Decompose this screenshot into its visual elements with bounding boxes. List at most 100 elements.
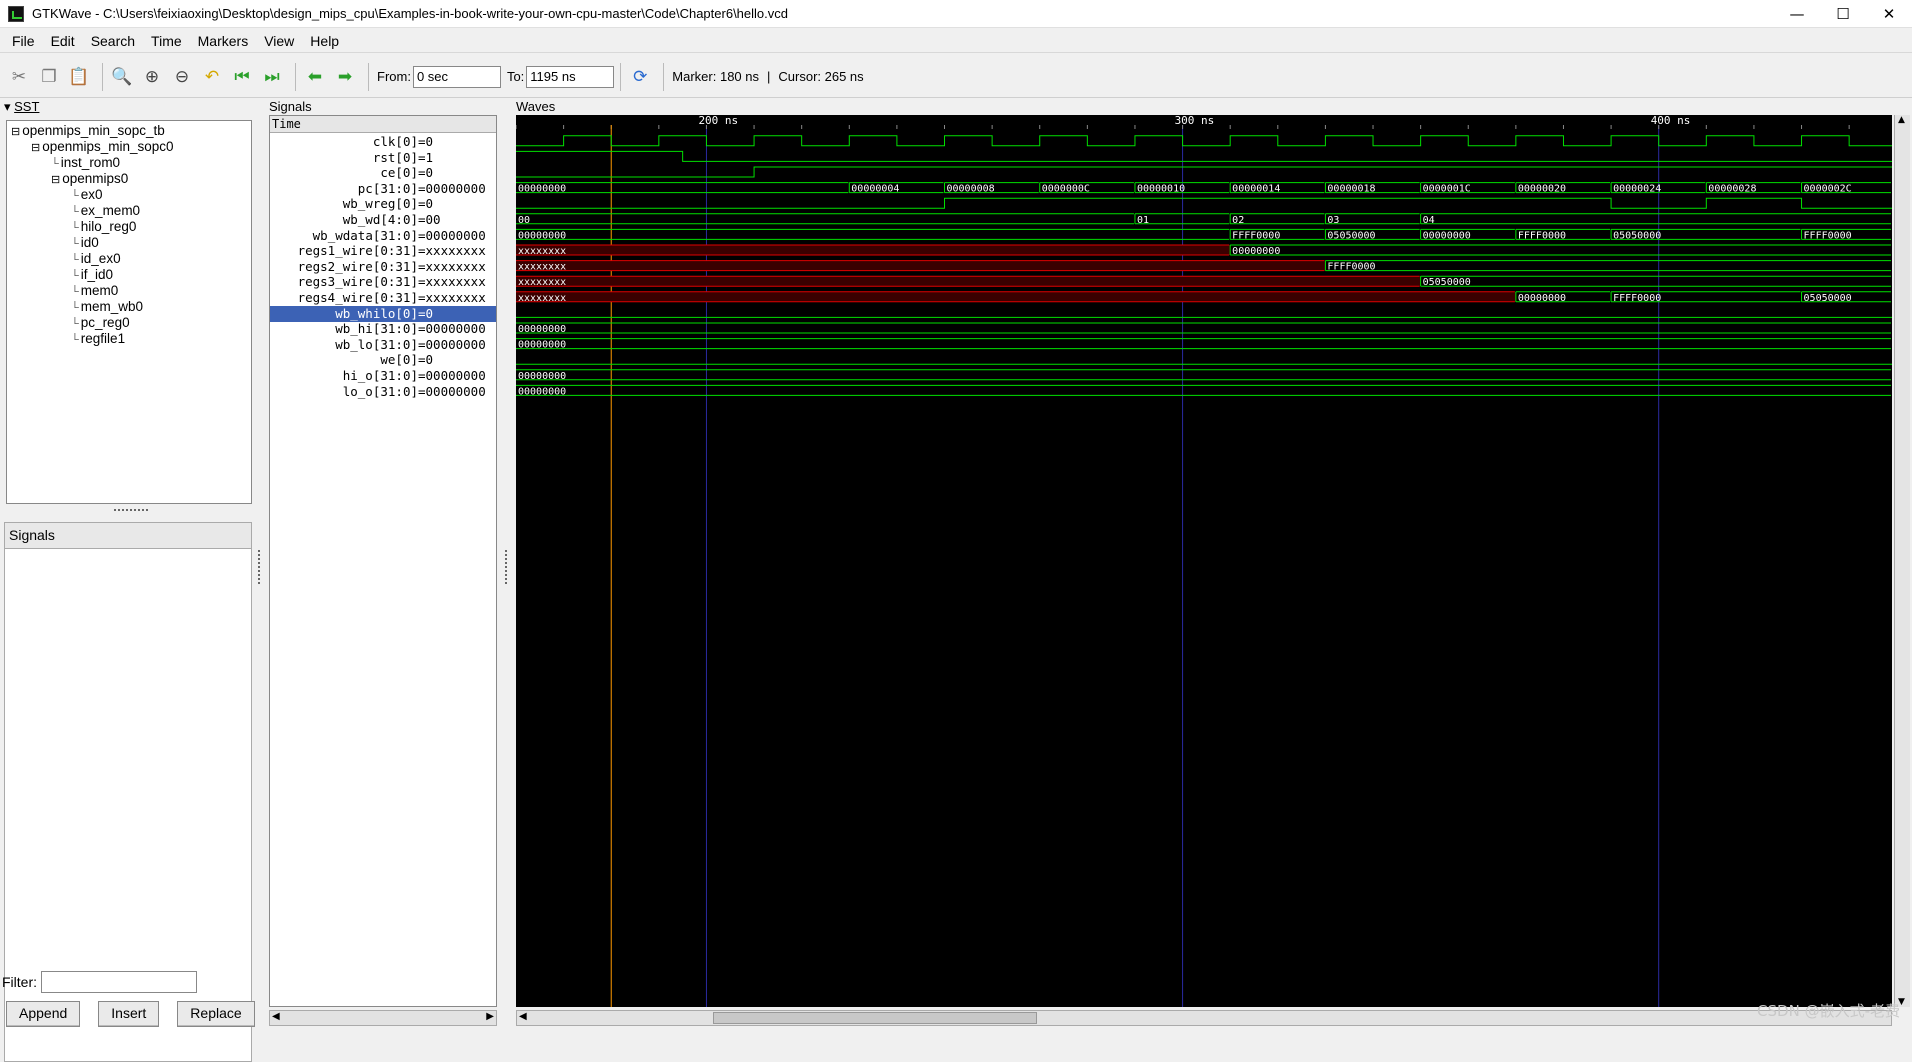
signal-name: we[0] [380, 352, 418, 368]
signal-value: =00000000 [418, 336, 486, 352]
tree-item[interactable]: ⊟ openmips_min_sopc0 [31, 139, 174, 155]
waves-panel-header: Waves [516, 99, 556, 114]
zoom-in-icon[interactable]: ⊕ [139, 64, 165, 90]
tree-expander-icon[interactable]: ⊟ [11, 126, 20, 138]
signal-name: regs4_wire[0:31] [297, 290, 418, 305]
signal-row[interactable]: ce[0] =0 [270, 165, 496, 181]
zoom-to-end-icon[interactable]: ⏭ [259, 64, 285, 90]
minimize-button[interactable]: — [1774, 0, 1820, 28]
reload-icon[interactable]: ⟳ [627, 64, 653, 90]
signal-row[interactable]: wb_whilo[0] =0 [270, 305, 496, 322]
signal-value: =0 [418, 165, 434, 181]
signal-row[interactable]: lo_o[31:0] =00000000 [270, 384, 496, 400]
to-time-input[interactable] [526, 65, 615, 88]
zoom-to-start-icon[interactable]: ⏮ [229, 64, 255, 90]
insert-button[interactable]: Insert [98, 1001, 160, 1027]
tree-item[interactable]: └ id0 [71, 235, 99, 251]
signal-row[interactable]: wb_wreg[0] =0 [270, 196, 496, 212]
tree-item[interactable]: └ ex0 [71, 187, 103, 203]
waveform-svg[interactable]: 200 ns 300 ns 400 ns00000000 00000004 000000… [515, 114, 1892, 1007]
bus-undefined-fill [516, 291, 1516, 302]
bus-value-label: 04 [1423, 215, 1435, 226]
tree-item[interactable]: └ ex_mem0 [71, 203, 140, 219]
menu-time[interactable]: Time [143, 33, 190, 49]
pane-splitter-left[interactable] [258, 550, 261, 584]
tree-item[interactable]: └ inst_rom0 [51, 155, 120, 171]
menu-markers[interactable]: Markers [190, 33, 257, 49]
signal-row[interactable]: hi_o[31:0] =00000000 [270, 368, 496, 384]
tree-expander-icon[interactable]: ⊟ [51, 174, 60, 186]
close-button[interactable]: ✕ [1866, 0, 1912, 28]
tree-connector-icon: └ [71, 206, 79, 218]
tree-item[interactable]: ⊟ openmips_min_sopc_tb [11, 123, 165, 139]
tree-connector-icon: └ [71, 270, 79, 282]
signal-row[interactable]: clk[0] =0 [270, 134, 496, 150]
scroll-right-arrow-icon[interactable]: ▶ [486, 1011, 494, 1022]
tree-item[interactable]: └ regfile1 [71, 331, 125, 347]
sst-header[interactable]: ▾ SST [4, 99, 39, 117]
waves-vertical-scrollbar[interactable]: ▲ ▼ [1894, 115, 1910, 1007]
hierarchy-tree[interactable]: ⊟ openmips_min_sopc_tb ⊟ openmips_min_sopc0… [6, 120, 252, 504]
signal-row[interactable]: wb_hi[31:0] =00000000 [270, 321, 496, 337]
menu-view[interactable]: View [256, 33, 302, 49]
signal-row[interactable]: wb_lo[31:0] =00000000 [270, 337, 496, 353]
sst-signals-header[interactable]: Signals [5, 523, 251, 549]
signals-panel: Signals Time clk[0] =0 rst[0] =1 ce[0] =0 pc[3… [268, 99, 498, 1032]
copy-icon[interactable]: ❐ [36, 64, 62, 90]
zoom-out-icon[interactable]: ⊖ [169, 64, 195, 90]
from-time-input[interactable] [412, 65, 501, 88]
scroll-left-arrow-icon[interactable]: ◀ [519, 1011, 527, 1022]
signal-row[interactable]: rst[0] =1 [270, 150, 496, 166]
signal-row[interactable]: wb_wd[4:0] =00 [270, 212, 496, 228]
signal-value: =00000000 [418, 368, 486, 383]
toolbar-separator [295, 62, 296, 91]
pane-resize-grip[interactable] [114, 509, 148, 513]
tree-expander-icon[interactable]: ⊟ [31, 142, 40, 154]
tree-item[interactable]: └ mem_wb0 [71, 299, 143, 315]
find-previous-edge-icon[interactable]: ⬅ [302, 64, 328, 90]
signal-row[interactable]: regs2_wire[0:31] =xxxxxxxx [270, 259, 496, 275]
zoom-fit-icon[interactable]: 🔍 [109, 64, 135, 90]
pane-splitter-middle[interactable] [505, 550, 508, 584]
signal-row[interactable]: pc[31:0] =00000000 [270, 181, 496, 197]
menu-help[interactable]: Help [302, 33, 347, 49]
scrollbar-thumb[interactable] [713, 1012, 1037, 1024]
menu-file[interactable]: File [4, 33, 43, 49]
tree-item[interactable]: └ if_id0 [71, 267, 113, 283]
append-button[interactable]: Append [6, 1001, 81, 1027]
tree-item[interactable]: └ pc_reg0 [71, 315, 130, 331]
tree-item[interactable]: └ hilo_reg0 [71, 219, 136, 235]
tree-item[interactable]: └ id_ex0 [71, 251, 121, 267]
bit-trace [516, 150, 1892, 162]
bus-value-label: 00000004 [851, 184, 899, 195]
time-tick-label: 300 ns [1175, 115, 1215, 127]
tree-item[interactable]: └ mem0 [71, 283, 118, 299]
signal-row[interactable]: wb_wdata[31:0] =00000000 [270, 228, 496, 244]
signals-horizontal-scrollbar[interactable]: ◀ ▶ [269, 1010, 497, 1026]
maximize-button[interactable]: ☐ [1820, 0, 1866, 28]
bus-value-label: xxxxxxxx [518, 277, 566, 288]
undo-zoom-icon[interactable]: ↶ [199, 64, 225, 90]
cut-icon[interactable]: ✂ [6, 64, 32, 90]
replace-button[interactable]: Replace [177, 1001, 255, 1027]
signal-value: =xxxxxxxx [418, 274, 486, 290]
waves-horizontal-scrollbar[interactable]: ◀ [516, 1010, 1892, 1026]
scroll-up-arrow-icon[interactable]: ▲ [1898, 115, 1905, 125]
scroll-left-arrow-icon[interactable]: ◀ [272, 1011, 280, 1022]
signal-row[interactable]: regs1_wire[0:31] =xxxxxxxx [270, 243, 496, 259]
signal-row[interactable]: regs4_wire[0:31] =xxxxxxxx [270, 290, 496, 306]
waveform-canvas[interactable]: 200 ns 300 ns 400 ns 00000000 00000004 000000… [515, 114, 1892, 1007]
signal-row[interactable]: we[0] =0 [270, 352, 496, 368]
signal-row[interactable]: regs3_wire[0:31] =xxxxxxxx [270, 274, 496, 290]
waves-panel: Waves 200 ns 300 ns 400 ns 00000000 00000004… [514, 99, 1912, 1032]
signal-name-list[interactable]: Time clk[0] =0 rst[0] =1 ce[0] =0 pc[31:0] =000… [269, 115, 497, 1007]
find-next-edge-icon[interactable]: ➡ [332, 64, 358, 90]
signal-value: =0 [418, 352, 434, 368]
paste-icon[interactable]: 📋 [66, 64, 92, 90]
menu-search[interactable]: Search [83, 33, 143, 49]
filter-input[interactable] [41, 971, 197, 993]
filter-label: Filter: [2, 974, 37, 990]
menu-edit[interactable]: Edit [43, 33, 83, 49]
tree-item[interactable]: ⊟ openmips0 [51, 171, 128, 187]
from-label: From: [377, 69, 411, 84]
